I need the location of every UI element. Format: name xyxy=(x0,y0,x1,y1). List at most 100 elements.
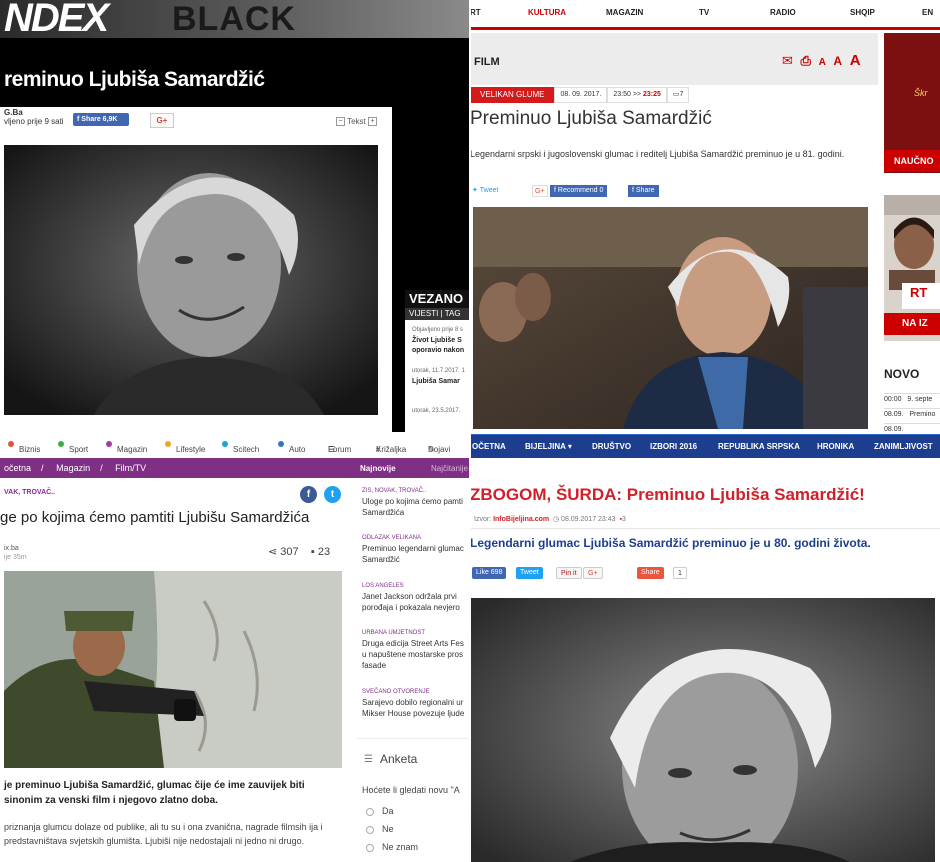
poll-question: Hoćete li gledati novu "A xyxy=(362,785,460,795)
comment-count[interactable]: 23 xyxy=(318,546,330,558)
list-item[interactable]: URBANA UMJETNOST Druga edicija Street Ar… xyxy=(362,630,470,671)
font-medium-button[interactable]: A xyxy=(833,54,842,68)
plus-icon[interactable]: + xyxy=(367,117,377,127)
article-meta: VELIKAN GLUME 08. 09. 2017. 23:50 >> 23:… xyxy=(470,87,690,103)
article-published: vljeno prije 9 sati xyxy=(4,117,64,126)
article-lead: Legendarni glumac Ljubiša Samardžić prem… xyxy=(470,536,871,550)
poll-option-ne[interactable]: Ne xyxy=(366,824,394,834)
clock-icon: ◷ xyxy=(552,516,560,523)
breadcrumb-magazin[interactable]: Magazin xyxy=(56,463,90,473)
nav-item-en[interactable]: EN xyxy=(922,8,933,17)
article-tools: ✉ ⎙ A A A xyxy=(778,52,861,69)
share-count: 1 xyxy=(673,567,687,579)
article-date: 08. 09. 2017. xyxy=(554,87,608,103)
tweet-button[interactable]: ✦ Tweet xyxy=(472,185,498,197)
facebook-share-button[interactable]: f Share 6,9K xyxy=(73,113,129,126)
google-plus-button[interactable]: G+ xyxy=(532,185,548,197)
category-scitech[interactable]: Scitech xyxy=(222,439,259,454)
google-plus-button[interactable]: G+ xyxy=(150,113,174,128)
category-lifestyle[interactable]: Lifestyle xyxy=(165,439,205,454)
share-button[interactable]: f Share xyxy=(628,185,659,197)
infobijeljina-panel: OČETNA BIJELJINA ▾ DRUŠTVO IZBORI 2016 R… xyxy=(470,433,940,862)
category-nav: Biznis Sport Magazin Lifestyle Scitech A… xyxy=(0,433,470,455)
nav-item-shqip[interactable]: SHQIP xyxy=(850,8,875,17)
ad-button[interactable]: NAUČNO xyxy=(884,150,940,172)
rts-panel: RT KULTURA MAGAZIN TV RADIO SHQIP EN FIL… xyxy=(470,0,940,433)
comment-icon: ▪ xyxy=(310,546,318,558)
facebook-like-button[interactable]: Like 698 xyxy=(472,567,507,579)
related-heading: VEZANO xyxy=(405,290,470,308)
list-item[interactable]: LOS ANGELES Janet Jackson održala prvi p… xyxy=(362,583,470,613)
twitter-icon: ✦ xyxy=(472,187,480,194)
poll-option-da[interactable]: Da xyxy=(366,806,394,816)
envelope-icon[interactable]: ✉ xyxy=(782,53,793,68)
list-item[interactable]: ZIS, NOVAK, TROVAČ.. Uloge po kojima ćem… xyxy=(362,488,470,518)
nav-item-bijeljina[interactable]: BIJELJINA ▾ xyxy=(525,442,572,451)
promo-button[interactable]: NA IZ xyxy=(884,313,940,335)
tweet-button[interactable]: Tweet xyxy=(516,567,543,579)
news-item[interactable]: 08.09. Premino xyxy=(884,408,940,418)
category-auto[interactable]: Auto xyxy=(278,439,305,454)
index-logo[interactable]: NDEX xyxy=(4,0,109,41)
tab-najnovije[interactable]: Najnovije xyxy=(360,464,396,473)
related-date: utorak, 11.7.2017. 1 xyxy=(412,368,465,374)
category-biznis[interactable]: Biznis xyxy=(8,439,40,454)
article-photo xyxy=(4,571,342,768)
index-logo-black[interactable]: BLACK xyxy=(172,0,296,39)
main-nav: OČETNA BIJELJINA ▾ DRUŠTVO IZBORI 2016 R… xyxy=(470,433,940,458)
recommend-button[interactable]: f Recommend 0 xyxy=(550,185,608,197)
dot-icon xyxy=(278,440,284,447)
article-time: 23:50 >> 23:25 xyxy=(607,87,667,103)
nav-item-zanimljivosti[interactable]: ZANIMLJIVOST xyxy=(874,442,933,451)
related-link[interactable]: Život Ljubiše S xyxy=(412,337,462,344)
nav-item-kultura[interactable]: KULTURA xyxy=(528,8,566,17)
twitter-icon[interactable]: t xyxy=(324,486,341,503)
printer-icon[interactable]: ⎙ xyxy=(801,53,811,68)
collage-divider-vertical xyxy=(469,0,471,862)
share-button[interactable]: Share xyxy=(637,567,664,579)
divider xyxy=(470,528,940,529)
nav-item-hronika[interactable]: HRONIKA xyxy=(817,442,854,451)
font-large-button[interactable]: A xyxy=(850,52,861,69)
category-badge[interactable]: VELIKAN GLUME xyxy=(470,87,555,103)
related-tabs[interactable]: VIJESTI | TAG xyxy=(405,308,470,320)
nav-item-magazin[interactable]: MAGAZIN xyxy=(606,8,643,17)
google-plus-button[interactable]: G+ xyxy=(583,567,603,579)
comment-icon: ▭ xyxy=(672,91,680,98)
list-item[interactable]: ODLAZAK VELIKANA Preminuo legendarni glu… xyxy=(362,535,470,565)
dot-icon xyxy=(222,440,228,447)
poll-option-ne-znam[interactable]: Ne znam xyxy=(366,842,418,852)
news-item[interactable]: 00:00 9. septe xyxy=(884,393,940,403)
minus-icon[interactable]: − xyxy=(336,117,345,127)
nav-item-tv[interactable]: TV xyxy=(699,8,709,17)
article-photo xyxy=(473,207,868,429)
dot-icon xyxy=(58,440,64,447)
article-photo xyxy=(4,145,378,415)
nav-item[interactable]: RT xyxy=(470,8,481,17)
nav-item-radio[interactable]: RADIO xyxy=(770,8,796,17)
nav-item-pocetna[interactable]: OČETNA xyxy=(472,442,506,451)
category-magazin[interactable]: Magazin xyxy=(106,439,147,454)
related-date: Objavljeno prije 8 s xyxy=(412,327,464,333)
text-size-control[interactable]: − Tekst + xyxy=(336,117,377,127)
nav-item-republika-srpska[interactable]: REPUBLIKA SRPSKA xyxy=(718,442,800,451)
rts-logo[interactable]: RT xyxy=(910,285,927,300)
article-photo xyxy=(470,598,935,862)
facebook-icon[interactable]: f xyxy=(300,486,317,503)
related-link[interactable]: Ljubiša Samar xyxy=(412,378,460,385)
related-link[interactable]: oporavio nakon xyxy=(412,347,464,354)
comment-count[interactable]: ▭7 xyxy=(666,87,690,103)
article-source: ix.ba xyxy=(4,545,19,552)
pinterest-button[interactable]: Pin it xyxy=(556,567,582,579)
list-item[interactable]: SVEČANO OTVORENJE Sarajevo dobilo region… xyxy=(362,689,470,719)
tab-najcitanije[interactable]: Najčitanije xyxy=(431,464,468,473)
nav-item-izbori[interactable]: IZBORI 2016 xyxy=(650,442,697,451)
nav-item-drustvo[interactable]: DRUŠTVO xyxy=(592,442,631,451)
source-link[interactable]: InfoBijeljina.com xyxy=(493,516,549,523)
breadcrumb-home[interactable]: očetna xyxy=(4,463,31,473)
dot-icon xyxy=(8,440,14,447)
font-small-button[interactable]: A xyxy=(819,57,826,68)
article-author: G.Ba xyxy=(4,108,23,117)
category-sport[interactable]: Sport xyxy=(58,439,88,454)
breadcrumb-film-tv[interactable]: Film/TV xyxy=(115,463,146,473)
